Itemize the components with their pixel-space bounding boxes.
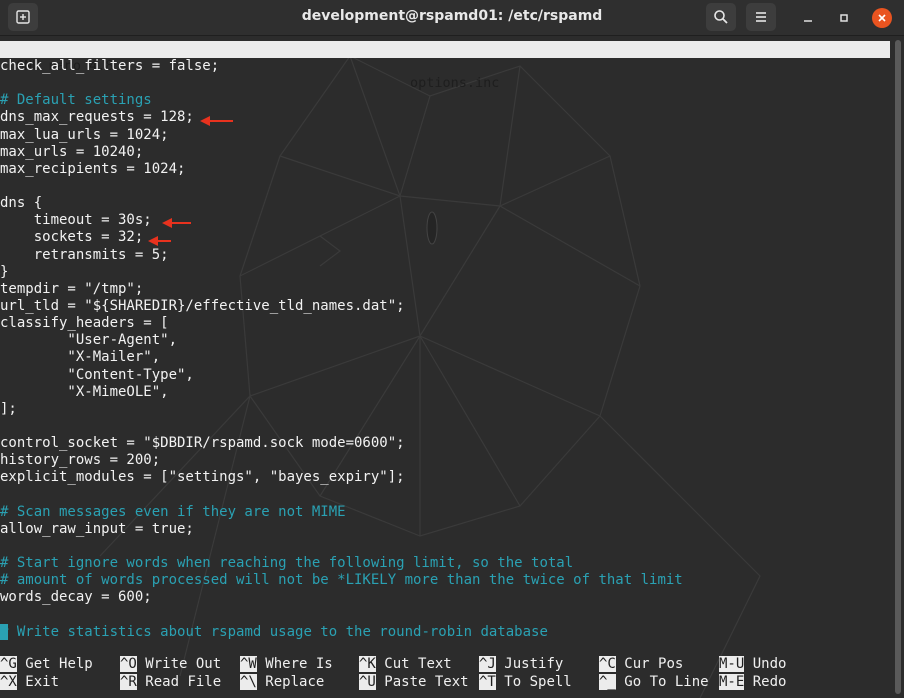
code-line: max_lua_urls = 1024; bbox=[0, 126, 169, 143]
shortcut-label: Undo bbox=[752, 656, 787, 672]
shortcut-label: Read File bbox=[145, 673, 222, 690]
code-line: "X-MimeOLE", bbox=[0, 383, 169, 400]
code-line: "User-Agent", bbox=[0, 332, 178, 349]
annotation-arrow bbox=[162, 218, 191, 228]
code-line: } bbox=[0, 263, 9, 280]
editor-text-area[interactable]: check_all_filters = false; # Default sett… bbox=[0, 58, 904, 641]
comment-line: # Start ignore words when reaching the f… bbox=[0, 555, 574, 572]
comment-line: # Default settings bbox=[0, 92, 152, 109]
minimize-button[interactable] bbox=[798, 8, 818, 28]
close-icon bbox=[878, 14, 886, 22]
shortcut-label: Get Help bbox=[25, 656, 93, 672]
scrollbar[interactable] bbox=[892, 36, 904, 698]
shortcut-key: ^_ bbox=[599, 673, 616, 690]
maximize-icon bbox=[840, 14, 848, 22]
code-line: words_decay = 600; bbox=[0, 589, 152, 606]
shortcut-item[interactable]: ^G Get Help bbox=[0, 656, 93, 673]
shortcut-key: ^G bbox=[0, 656, 17, 672]
code-line: "X-Mailer", bbox=[0, 349, 161, 366]
shortcut-label: Write Out bbox=[145, 656, 222, 672]
shortcut-item[interactable]: ^C Cur Pos bbox=[599, 656, 683, 673]
hamburger-menu-icon bbox=[756, 12, 766, 22]
shortcut-key: ^C bbox=[599, 656, 616, 672]
code-line: tempdir = "/tmp"; bbox=[0, 280, 144, 297]
shortcut-key: M-U bbox=[719, 656, 745, 672]
shortcut-key: ^\ bbox=[240, 673, 257, 690]
shortcut-item[interactable]: ^X Exit bbox=[0, 673, 60, 691]
shortcut-item[interactable]: ^K Cut Text bbox=[359, 656, 452, 673]
shortcut-label: Replace bbox=[265, 673, 325, 690]
shortcut-label: Redo bbox=[752, 673, 787, 690]
shortcut-label: Cut Text bbox=[384, 656, 452, 672]
shortcut-item[interactable]: ^O Write Out bbox=[120, 656, 221, 673]
shortcut-item[interactable]: ^T To Spell bbox=[479, 673, 572, 691]
code-line: explicit_modules = ["settings", "bayes_e… bbox=[0, 469, 405, 486]
comment-line: # amount of words processed will not be … bbox=[0, 572, 683, 589]
shortcut-key: ^O bbox=[120, 656, 137, 672]
shortcut-item[interactable]: M-U Undo bbox=[719, 656, 786, 673]
shortcut-item[interactable]: M-E Redo bbox=[719, 673, 787, 691]
shortcut-key: ^J bbox=[479, 656, 496, 672]
search-icon bbox=[714, 10, 728, 24]
comment-line: # Scan messages even if they are not MIM… bbox=[0, 503, 346, 520]
shortcut-item[interactable]: ^J Justify bbox=[479, 656, 563, 673]
code-line: check_all_filters = false; bbox=[0, 58, 220, 74]
annotation-arrow bbox=[200, 116, 233, 126]
shortcut-key: ^X bbox=[0, 673, 17, 690]
code-line: history_rows = 200; bbox=[0, 452, 161, 469]
shortcut-key: M-E bbox=[719, 673, 745, 690]
shortcut-item[interactable]: ^\ Replace bbox=[240, 673, 325, 691]
code-line: sockets = 32; bbox=[0, 229, 144, 246]
code-line: dns { bbox=[0, 195, 43, 212]
code-line: allow_raw_input = true; bbox=[0, 520, 194, 537]
shortcut-label: To Spell bbox=[504, 673, 572, 690]
shortcut-item[interactable]: ^W Where Is bbox=[240, 656, 333, 673]
nano-header-bar: GNU nano 4.8 options.inc bbox=[0, 41, 890, 91]
terminal-titlebar: development@rspamd01: /etc/rspamd bbox=[0, 0, 904, 36]
scrollbar-thumb[interactable] bbox=[895, 40, 901, 694]
shortcut-key: ^R bbox=[120, 673, 137, 690]
shortcut-label: Paste Text bbox=[384, 673, 469, 690]
shortcut-key: ^U bbox=[359, 673, 376, 690]
code-line: retransmits = 5; bbox=[0, 246, 169, 263]
shortcut-item[interactable]: ^R Read File bbox=[120, 673, 222, 691]
shortcut-key: ^T bbox=[479, 673, 496, 690]
code-line: classify_headers = [ bbox=[0, 315, 169, 332]
code-line: max_urls = 10240; bbox=[0, 143, 144, 160]
shortcut-item[interactable]: ^U Paste Text bbox=[359, 673, 469, 691]
shortcut-label: Cur Pos bbox=[624, 656, 684, 672]
code-line: dns_max_requests = 128; bbox=[0, 109, 194, 126]
code-line: timeout = 30s; bbox=[0, 212, 152, 229]
terminal-area[interactable]: GNU nano 4.8 options.inc check_all_filte… bbox=[0, 36, 904, 698]
comment-line: # Write statistics about rspamd usage to… bbox=[0, 623, 904, 641]
code-line: "Content-Type", bbox=[0, 366, 194, 383]
shortcut-label: Exit bbox=[25, 673, 60, 690]
maximize-button[interactable] bbox=[834, 8, 854, 28]
shortcut-key: ^K bbox=[359, 656, 376, 672]
shortcut-item[interactable]: ^_ Go To Line bbox=[599, 673, 709, 691]
code-line: max_recipients = 1024; bbox=[0, 160, 186, 177]
close-button[interactable] bbox=[872, 8, 892, 28]
code-line: url_tld = "${SHAREDIR}/effective_tld_nam… bbox=[0, 297, 405, 314]
menu-button[interactable] bbox=[746, 3, 776, 31]
search-button[interactable] bbox=[706, 3, 736, 31]
code-line: control_socket = "$DBDIR/rspamd.sock mod… bbox=[0, 435, 405, 452]
line-text: Write statistics about rspamd usage to t… bbox=[8, 623, 548, 640]
shortcut-label: Where Is bbox=[265, 656, 333, 672]
annotation-arrow bbox=[148, 236, 171, 246]
shortcut-key: ^W bbox=[240, 656, 257, 672]
minimize-icon bbox=[804, 20, 812, 22]
shortcut-label: Go To Line bbox=[624, 673, 709, 690]
shortcut-label: Justify bbox=[504, 656, 564, 672]
code-line: ]; bbox=[0, 400, 17, 417]
